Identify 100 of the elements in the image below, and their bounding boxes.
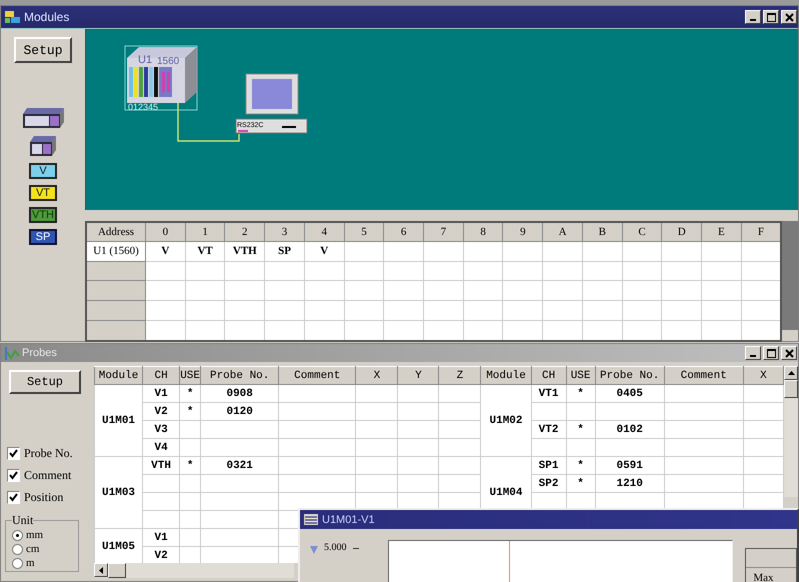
table-cell: 0120 <box>200 402 279 420</box>
table-cell: VT2 <box>531 420 566 438</box>
column-header: Probe No. <box>595 366 664 384</box>
table-cell: SP <box>264 241 304 262</box>
palette-tag[interactable]: VT <box>29 185 57 201</box>
table-cell: * <box>180 456 201 474</box>
checkbox[interactable] <box>7 447 20 460</box>
radio-label: mm <box>26 529 44 541</box>
axis-value: 5.000 <box>324 542 346 553</box>
table-cell: * <box>180 402 201 420</box>
unit-module-icon[interactable] <box>21 107 65 129</box>
column-header: USE <box>566 366 596 384</box>
table-cell: 0102 <box>595 420 664 438</box>
minimize-button[interactable] <box>745 10 761 24</box>
unit-name-label: U1 <box>138 54 152 66</box>
column-header: Module <box>94 366 143 384</box>
setup-button[interactable]: Setup <box>9 370 81 394</box>
column-header: A <box>542 222 582 242</box>
column-header: X <box>356 366 398 384</box>
table-cell: V1 <box>142 528 180 546</box>
checkbox-label: Comment <box>24 468 72 483</box>
module-cell: U1M01 <box>94 384 143 456</box>
checkbox[interactable] <box>7 491 20 504</box>
window-title: Probes <box>22 347 57 359</box>
column-header: 8 <box>463 222 503 242</box>
column-header: USE <box>180 366 201 384</box>
column-header: D <box>662 222 702 242</box>
column-header: 2 <box>224 222 265 242</box>
column-header: 5 <box>344 222 384 242</box>
column-header: B <box>582 222 622 242</box>
left-arrow-icon <box>99 566 103 574</box>
scroll-up-button[interactable] <box>784 366 798 380</box>
column-header: Z <box>438 366 481 384</box>
table-cell: 1210 <box>595 474 664 492</box>
table-cell: 0405 <box>595 384 664 402</box>
table-cell: * <box>566 474 596 492</box>
scroll-thumb[interactable] <box>108 563 126 578</box>
radio-button[interactable] <box>12 530 23 540</box>
maximize-icon <box>766 348 776 358</box>
column-header: F <box>741 222 781 242</box>
checkbox[interactable] <box>7 469 20 482</box>
close-button[interactable] <box>781 10 797 24</box>
column-header: Comment <box>278 366 356 384</box>
column-header: Probe No. <box>200 366 279 384</box>
palette-tag[interactable]: SP <box>29 229 57 245</box>
column-header: 1 <box>185 222 225 242</box>
small-module-icon[interactable] <box>29 135 57 157</box>
radio-label: m <box>26 557 35 569</box>
table-cell: VTH <box>224 241 265 262</box>
modules-icon <box>5 10 21 24</box>
horizontal-scrollbar[interactable] <box>94 563 294 578</box>
maximize-button[interactable] <box>763 10 779 24</box>
table-cell: * <box>180 384 201 402</box>
table-cell: SP2 <box>531 474 566 492</box>
table-cell: V1 <box>142 384 180 402</box>
column-header: X <box>743 366 784 384</box>
close-icon <box>784 12 794 22</box>
radio-button[interactable] <box>12 558 23 568</box>
module-unit-drawing[interactable] <box>127 47 197 103</box>
column-header: Comment <box>664 366 744 384</box>
window-title: Modules <box>24 10 70 24</box>
radio-button[interactable] <box>12 544 23 554</box>
table-cell: V2 <box>142 402 180 420</box>
marker-icon <box>310 546 318 554</box>
up-arrow-icon <box>788 371 794 375</box>
palette-tag[interactable]: VTH <box>29 207 57 223</box>
maximize-button[interactable] <box>763 346 779 360</box>
table-cell: * <box>566 384 596 402</box>
palette-tag[interactable]: V <box>29 163 57 179</box>
unit-model-label: 1560 <box>157 56 180 67</box>
vertical-scrollbar[interactable] <box>784 366 798 497</box>
computer-drawing[interactable] <box>236 74 308 134</box>
column-header: E <box>702 222 742 242</box>
table-cell: * <box>566 420 596 438</box>
minimize-button[interactable] <box>745 346 761 360</box>
table-cell: VTH <box>142 456 180 474</box>
column-header: Address <box>86 222 146 242</box>
column-header: 0 <box>146 222 186 242</box>
scroll-thumb[interactable] <box>784 380 798 398</box>
probes-icon <box>5 346 19 360</box>
setup-button[interactable]: Setup <box>14 37 72 63</box>
table-cell: 0908 <box>200 384 279 402</box>
column-header: 6 <box>384 222 424 242</box>
maximize-icon <box>766 12 776 22</box>
table-cell: 0591 <box>595 456 664 474</box>
row-label: U1 (1560) <box>86 241 146 262</box>
table-cell: V <box>304 241 344 262</box>
column-header: 4 <box>304 222 344 242</box>
table-cell: VT <box>185 241 225 262</box>
close-button[interactable] <box>781 346 797 360</box>
list-icon <box>304 514 318 525</box>
column-header: Module <box>480 366 532 384</box>
checkbox-label: Position <box>24 490 64 505</box>
column-header: 9 <box>502 222 543 242</box>
table-cell: * <box>566 456 596 474</box>
table-cell: SP1 <box>531 456 566 474</box>
table-cell: V <box>146 241 186 262</box>
scroll-left-button[interactable] <box>94 563 108 577</box>
column-header: C <box>622 222 662 242</box>
column-header: Y <box>398 366 439 384</box>
